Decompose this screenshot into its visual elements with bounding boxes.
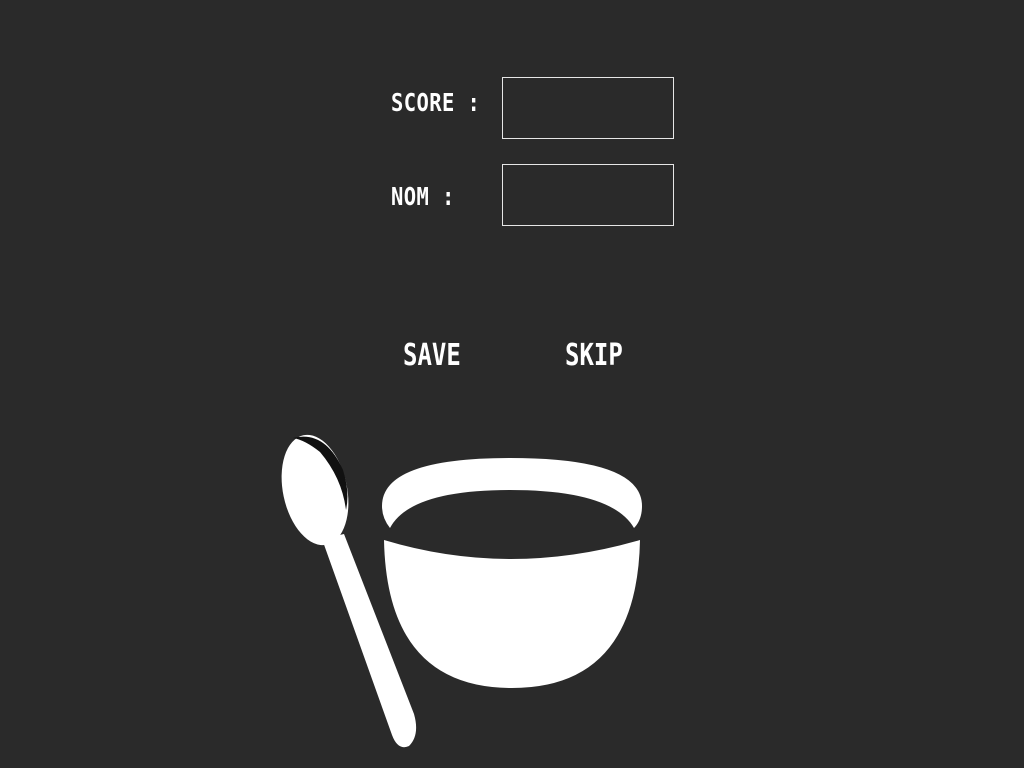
save-button[interactable]: SAVE — [403, 338, 461, 374]
spoon-icon — [281, 434, 417, 748]
skip-button[interactable]: SKIP — [565, 338, 623, 374]
bowl-icon — [382, 458, 642, 688]
name-field[interactable] — [502, 164, 674, 226]
name-label: NOM : — [391, 182, 455, 211]
game-over-screen: SCORE : NOM : SAVE SKIP — [0, 0, 1024, 768]
score-field[interactable] — [502, 77, 674, 139]
score-label: SCORE : — [391, 88, 481, 117]
